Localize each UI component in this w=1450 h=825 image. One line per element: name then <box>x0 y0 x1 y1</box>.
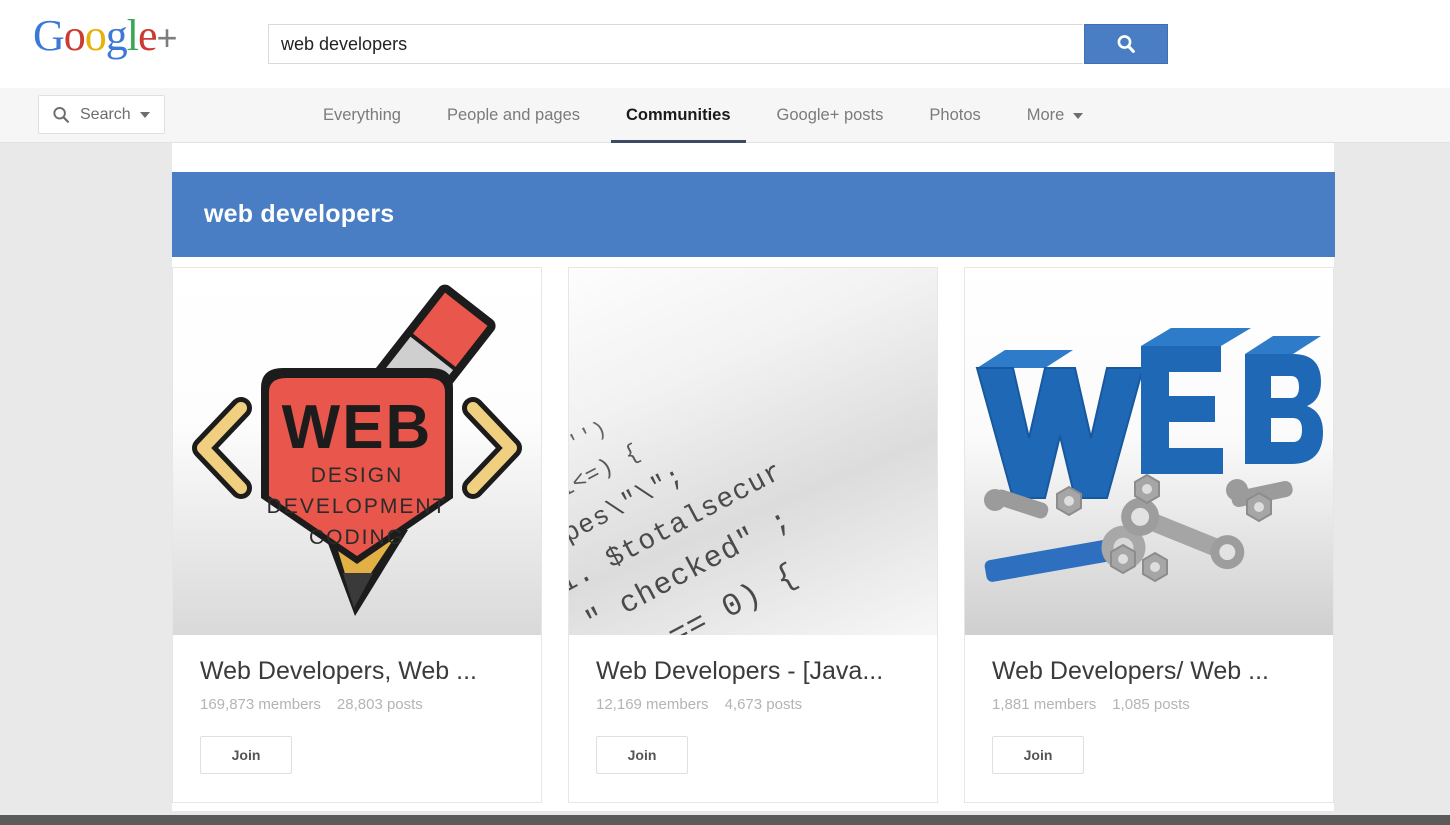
3d-web-letters-with-tools-icon <box>975 328 1323 583</box>
tab-google-plus-posts-label: Google+ posts <box>776 106 884 124</box>
post-count: 1,085 posts <box>1112 695 1190 713</box>
tab-more-label: More <box>1026 106 1065 124</box>
logo-letter-o2: o <box>84 11 107 60</box>
search-icon <box>53 106 70 123</box>
printed-code-photo-icon: mb($f['name']) TYPE] >= $up alize($res))… <box>569 417 804 635</box>
community-stats: 12,169 members 4,673 posts <box>596 696 910 713</box>
search-scope-label: Search <box>80 105 131 123</box>
logo-letter-o1: o <box>63 11 86 60</box>
community-stats: 1,881 members 1,085 posts <box>992 696 1306 713</box>
member-count: 169,873 members <box>200 695 321 713</box>
search-scope-dropdown[interactable]: Search <box>38 95 165 134</box>
query-banner: web developers <box>172 172 1335 257</box>
member-count: 1,881 members <box>992 695 1097 713</box>
tab-people-and-pages[interactable]: People and pages <box>424 88 603 143</box>
community-title[interactable]: Web Developers, Web ... <box>200 657 514 686</box>
community-thumbnail[interactable] <box>965 268 1333 635</box>
chevron-down-icon <box>1073 112 1084 119</box>
community-thumbnail[interactable]: WEB DESIGN DEVELOPMENT CODING <box>173 268 541 635</box>
post-count: 28,803 posts <box>336 695 423 713</box>
community-card-body: Web Developers/ Web ... 1,881 members 1,… <box>965 635 1333 802</box>
community-title[interactable]: Web Developers/ Web ... <box>992 657 1306 686</box>
search-input[interactable] <box>268 24 1083 64</box>
join-button[interactable]: Join <box>992 735 1084 774</box>
tab-people-and-pages-label: People and pages <box>446 106 580 124</box>
svg-text:DESIGN: DESIGN <box>311 464 404 487</box>
chevron-down-icon <box>139 111 150 118</box>
tab-communities-label: Communities <box>626 106 731 124</box>
community-thumbnail[interactable]: mb($f['name']) TYPE] >= $up alize($res))… <box>569 268 937 635</box>
svg-text:WEB: WEB <box>282 393 433 462</box>
tab-google-plus-posts[interactable]: Google+ posts <box>754 88 907 143</box>
google-plus-logo[interactable]: Google+ <box>33 11 178 60</box>
join-button[interactable]: Join <box>596 735 688 774</box>
community-card-list: WEB DESIGN DEVELOPMENT CODING Web Develo… <box>173 268 1333 802</box>
tab-more[interactable]: More <box>1004 88 1107 143</box>
thumbnail-background: mb($f['name']) TYPE] >= $up alize($res))… <box>569 268 937 635</box>
svg-text:CODING: CODING <box>309 526 405 549</box>
community-card[interactable]: mb($f['name']) TYPE] >= $up alize($res))… <box>569 268 937 802</box>
logo-letter-l: l <box>126 11 139 60</box>
web-design-pencil-badge-icon: WEB DESIGN DEVELOPMENT CODING <box>192 284 522 616</box>
search-submit-button[interactable] <box>1084 24 1168 64</box>
logo-letter-g1: G <box>33 11 65 60</box>
logo-letter-e: e <box>138 11 158 60</box>
community-card[interactable]: Web Developers/ Web ... 1,881 members 1,… <box>965 268 1333 802</box>
tab-everything-label: Everything <box>323 106 401 124</box>
member-count: 12,169 members <box>596 695 709 713</box>
bottom-strip <box>0 815 1450 825</box>
svg-text:DEVELOPMENT: DEVELOPMENT <box>267 495 448 518</box>
search-bar <box>268 24 1168 64</box>
query-banner-text: web developers <box>204 200 395 228</box>
community-card[interactable]: WEB DESIGN DEVELOPMENT CODING Web Develo… <box>173 268 541 802</box>
page-header: Google+ <box>0 0 1450 88</box>
tab-everything[interactable]: Everything <box>300 88 424 143</box>
logo-letter-g2: g <box>105 11 128 60</box>
community-card-body: Web Developers - [Java... 12,169 members… <box>569 635 937 802</box>
post-count: 4,673 posts <box>724 695 803 713</box>
join-button[interactable]: Join <box>200 735 292 774</box>
search-nav-bar: Search Everything People and pages Commu… <box>0 88 1450 143</box>
community-card-body: Web Developers, Web ... 169,873 members … <box>173 635 541 802</box>
logo-plus-sign: + <box>156 17 178 58</box>
search-icon <box>1117 35 1135 53</box>
community-stats: 169,873 members 28,803 posts <box>200 696 514 713</box>
tab-photos[interactable]: Photos <box>906 88 1003 143</box>
tab-photos-label: Photos <box>929 106 981 124</box>
community-title[interactable]: Web Developers - [Java... <box>596 657 910 686</box>
nav-tab-list: Everything People and pages Communities … <box>300 88 1106 143</box>
tab-communities[interactable]: Communities <box>603 88 754 143</box>
